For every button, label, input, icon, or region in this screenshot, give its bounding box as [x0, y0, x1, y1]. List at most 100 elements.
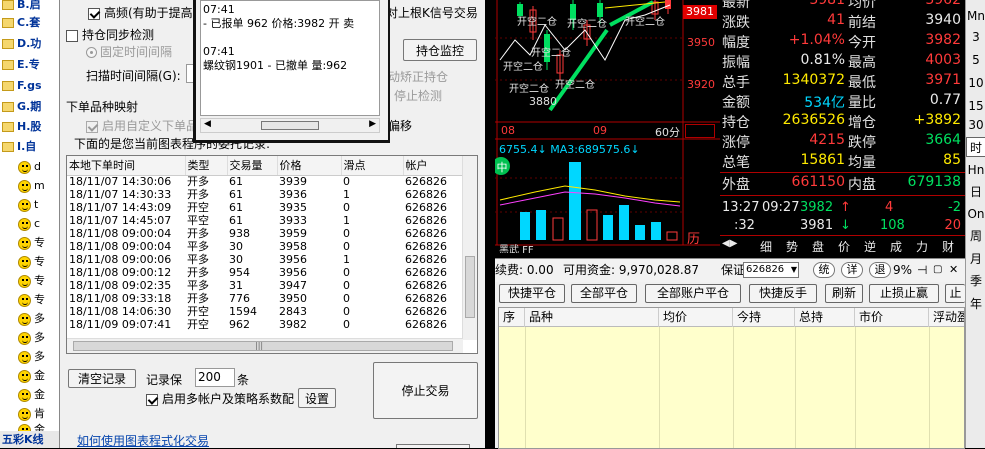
- clear-records-button[interactable]: 清空记录: [68, 369, 136, 388]
- close-all-button[interactable]: 全部平仓: [571, 284, 637, 303]
- col-account[interactable]: 帐户: [403, 156, 470, 176]
- table-row[interactable]: 18/11/07 14:30:06 开多 61 3939 0 626826: [67, 175, 469, 188]
- period-hn[interactable]: Hn: [966, 160, 985, 180]
- scroll-left-icon[interactable]: ◀: [204, 119, 211, 129]
- high-frequency-checkbox[interactable]: 高频(有助于提高: [88, 4, 193, 21]
- col-slippage[interactable]: 滑点: [341, 156, 404, 176]
- close-icon[interactable]: ✕: [949, 259, 958, 281]
- table-row[interactable]: 18/11/08 09:00:04 平多 30 3958 0 626826: [67, 240, 469, 253]
- period-on[interactable]: On: [966, 204, 985, 224]
- col-type[interactable]: 类型: [185, 156, 228, 176]
- tree-leaf[interactable]: 专: [0, 251, 59, 272]
- sub-chart-button[interactable]: 中: [495, 159, 509, 175]
- tree-folder-h[interactable]: H.股: [0, 116, 59, 137]
- period-10[interactable]: 10: [966, 73, 985, 93]
- table-row[interactable]: 18/11/08 09:33:18 开多 776 3950 0 626826: [67, 292, 469, 305]
- scroll-thumb[interactable]: [261, 121, 319, 130]
- period-15[interactable]: 15: [966, 96, 985, 116]
- table-row[interactable]: 18/11/08 14:06:30 开空 1594 2843 0 626826: [67, 305, 469, 318]
- stop-button[interactable]: 止: [945, 284, 965, 303]
- table-row[interactable]: 18/11/08 09:00:12 开多 954 3956 0 626826: [67, 266, 469, 279]
- col-market-price[interactable]: 市价: [855, 308, 929, 327]
- fixed-interval-radio[interactable]: 固定时间间隔: [86, 43, 172, 60]
- table-row[interactable]: 18/11/07 14:43:09 开空 61 3935 0 626826: [67, 201, 469, 214]
- help-link[interactable]: 如何使用图表程式化交易: [77, 432, 209, 449]
- orders-horizontal-scrollbar[interactable]: |||: [67, 338, 463, 353]
- col-seq[interactable]: 序: [499, 308, 525, 327]
- stats-button[interactable]: 统: [813, 262, 835, 278]
- hidden-button[interactable]: [396, 444, 470, 448]
- log-vertical-scrollbar[interactable]: [382, 0, 388, 140]
- period-hour[interactable]: 时: [966, 137, 985, 157]
- period-day[interactable]: 日: [966, 182, 985, 202]
- tab-finance[interactable]: 财: [942, 238, 954, 253]
- tree-leaf[interactable]: 专: [0, 270, 59, 291]
- col-avg-price[interactable]: 均价: [659, 308, 733, 327]
- period-month-cn[interactable]: 月: [966, 249, 985, 269]
- table-row[interactable]: 18/11/07 14:30:33 开多 61 3936 1 626826: [67, 188, 469, 201]
- period-month[interactable]: Mn: [966, 6, 985, 26]
- tree-leaf[interactable]: 金: [0, 365, 59, 386]
- tab-price[interactable]: 价: [838, 238, 850, 253]
- custom-mapping-checkbox[interactable]: 启用自定义下单品: [86, 117, 198, 134]
- tab-force[interactable]: 力: [916, 238, 928, 253]
- tree-leaf[interactable]: t: [0, 194, 59, 215]
- refresh-button[interactable]: 刷新: [825, 284, 863, 303]
- settings-button[interactable]: 设置: [298, 388, 336, 408]
- kline-chart[interactable]: 3981 3950 3920 开空二仓 开空二仓 开空二仓 开空二仓 开空二仓 …: [495, 0, 720, 253]
- period-week[interactable]: 周: [966, 226, 985, 246]
- period-5[interactable]: 5: [966, 50, 985, 70]
- scroll-thumb[interactable]: [465, 256, 475, 318]
- period-30[interactable]: 30: [966, 115, 985, 135]
- keep-records-input[interactable]: 200: [195, 368, 235, 387]
- tree-folder-c[interactable]: C.套: [0, 12, 59, 33]
- position-monitor-button[interactable]: 持仓监控: [403, 39, 477, 61]
- period-year[interactable]: 年: [966, 294, 985, 314]
- stop-loss-profit-button[interactable]: 止损止赢: [869, 284, 939, 303]
- log-horizontal-scrollbar[interactable]: ◀ ▶: [200, 118, 380, 133]
- orders-vertical-scrollbar[interactable]: [462, 156, 477, 340]
- tree-leaf[interactable]: 金: [0, 384, 59, 405]
- tree-bottom-label[interactable]: 五彩K线: [0, 431, 59, 448]
- tree-leaf[interactable]: 专: [0, 289, 59, 310]
- close-all-accounts-button[interactable]: 全部账户平仓: [645, 284, 741, 303]
- table-row[interactable]: 18/11/09 09:07:41 开空 962 3982 0 626826: [67, 318, 469, 331]
- col-price[interactable]: 价格: [277, 156, 342, 176]
- tab-prev-icon[interactable]: ◀▶: [722, 238, 737, 249]
- position-sync-checkbox[interactable]: 持仓同步检测: [66, 26, 154, 43]
- restore-icon[interactable]: ▢: [933, 259, 942, 281]
- col-total-position[interactable]: 总持: [795, 308, 855, 327]
- exit-button[interactable]: 退: [869, 262, 891, 278]
- tab-deal[interactable]: 成: [890, 238, 902, 253]
- tab-detail[interactable]: 细: [760, 238, 772, 253]
- col-order-time[interactable]: 本地下单时间: [67, 156, 186, 176]
- detail-button[interactable]: 详: [841, 262, 863, 278]
- orders-table[interactable]: 本地下单时间 类型 交易量 价格 滑点 帐户 18/11/07 14:30:06…: [66, 155, 478, 354]
- tree-folder-e[interactable]: E.专: [0, 54, 59, 75]
- tree-leaf[interactable]: 多: [0, 327, 59, 348]
- tree-leaf[interactable]: c: [0, 213, 59, 234]
- tree-folder-i[interactable]: I.自: [0, 136, 59, 157]
- table-row[interactable]: 18/11/08 09:00:06 平多 30 3956 1 626826: [67, 253, 469, 266]
- col-float-pnl[interactable]: 浮动盈: [929, 308, 964, 327]
- tree-folder-g[interactable]: G.期: [0, 96, 59, 117]
- strategy-tree[interactable]: B.启 C.套 D.功 E.专 F.gs G.期 H.股 I.自 d m t c…: [0, 0, 60, 448]
- stop-detect-option[interactable]: 停止检测: [394, 87, 442, 104]
- tree-leaf[interactable]: d: [0, 156, 59, 177]
- tab-book[interactable]: 盘: [812, 238, 824, 253]
- tab-trend[interactable]: 势: [786, 238, 798, 253]
- tree-leaf[interactable]: m: [0, 175, 59, 196]
- quick-close-button[interactable]: 快捷平仓: [499, 284, 565, 303]
- quick-reverse-button[interactable]: 快捷反手: [749, 284, 817, 303]
- table-row[interactable]: 18/11/08 09:00:04 开多 938 3959 0 626826: [67, 227, 469, 240]
- auto-correct-option[interactable]: 动矫正持仓: [388, 68, 448, 85]
- tree-leaf[interactable]: 多: [0, 308, 59, 329]
- history-icon[interactable]: 历: [687, 228, 700, 247]
- table-row[interactable]: 18/11/07 14:45:07 平空 61 3933 1 626826: [67, 214, 469, 227]
- stop-trading-button[interactable]: 停止交易: [373, 362, 478, 419]
- trailing-signal-option[interactable]: 对上根K信号交易: [386, 4, 478, 21]
- tree-folder-f[interactable]: F.gs: [0, 75, 59, 96]
- period-selector[interactable]: [685, 124, 715, 138]
- period-quarter[interactable]: 季: [966, 271, 985, 291]
- tree-leaf[interactable]: 多: [0, 346, 59, 367]
